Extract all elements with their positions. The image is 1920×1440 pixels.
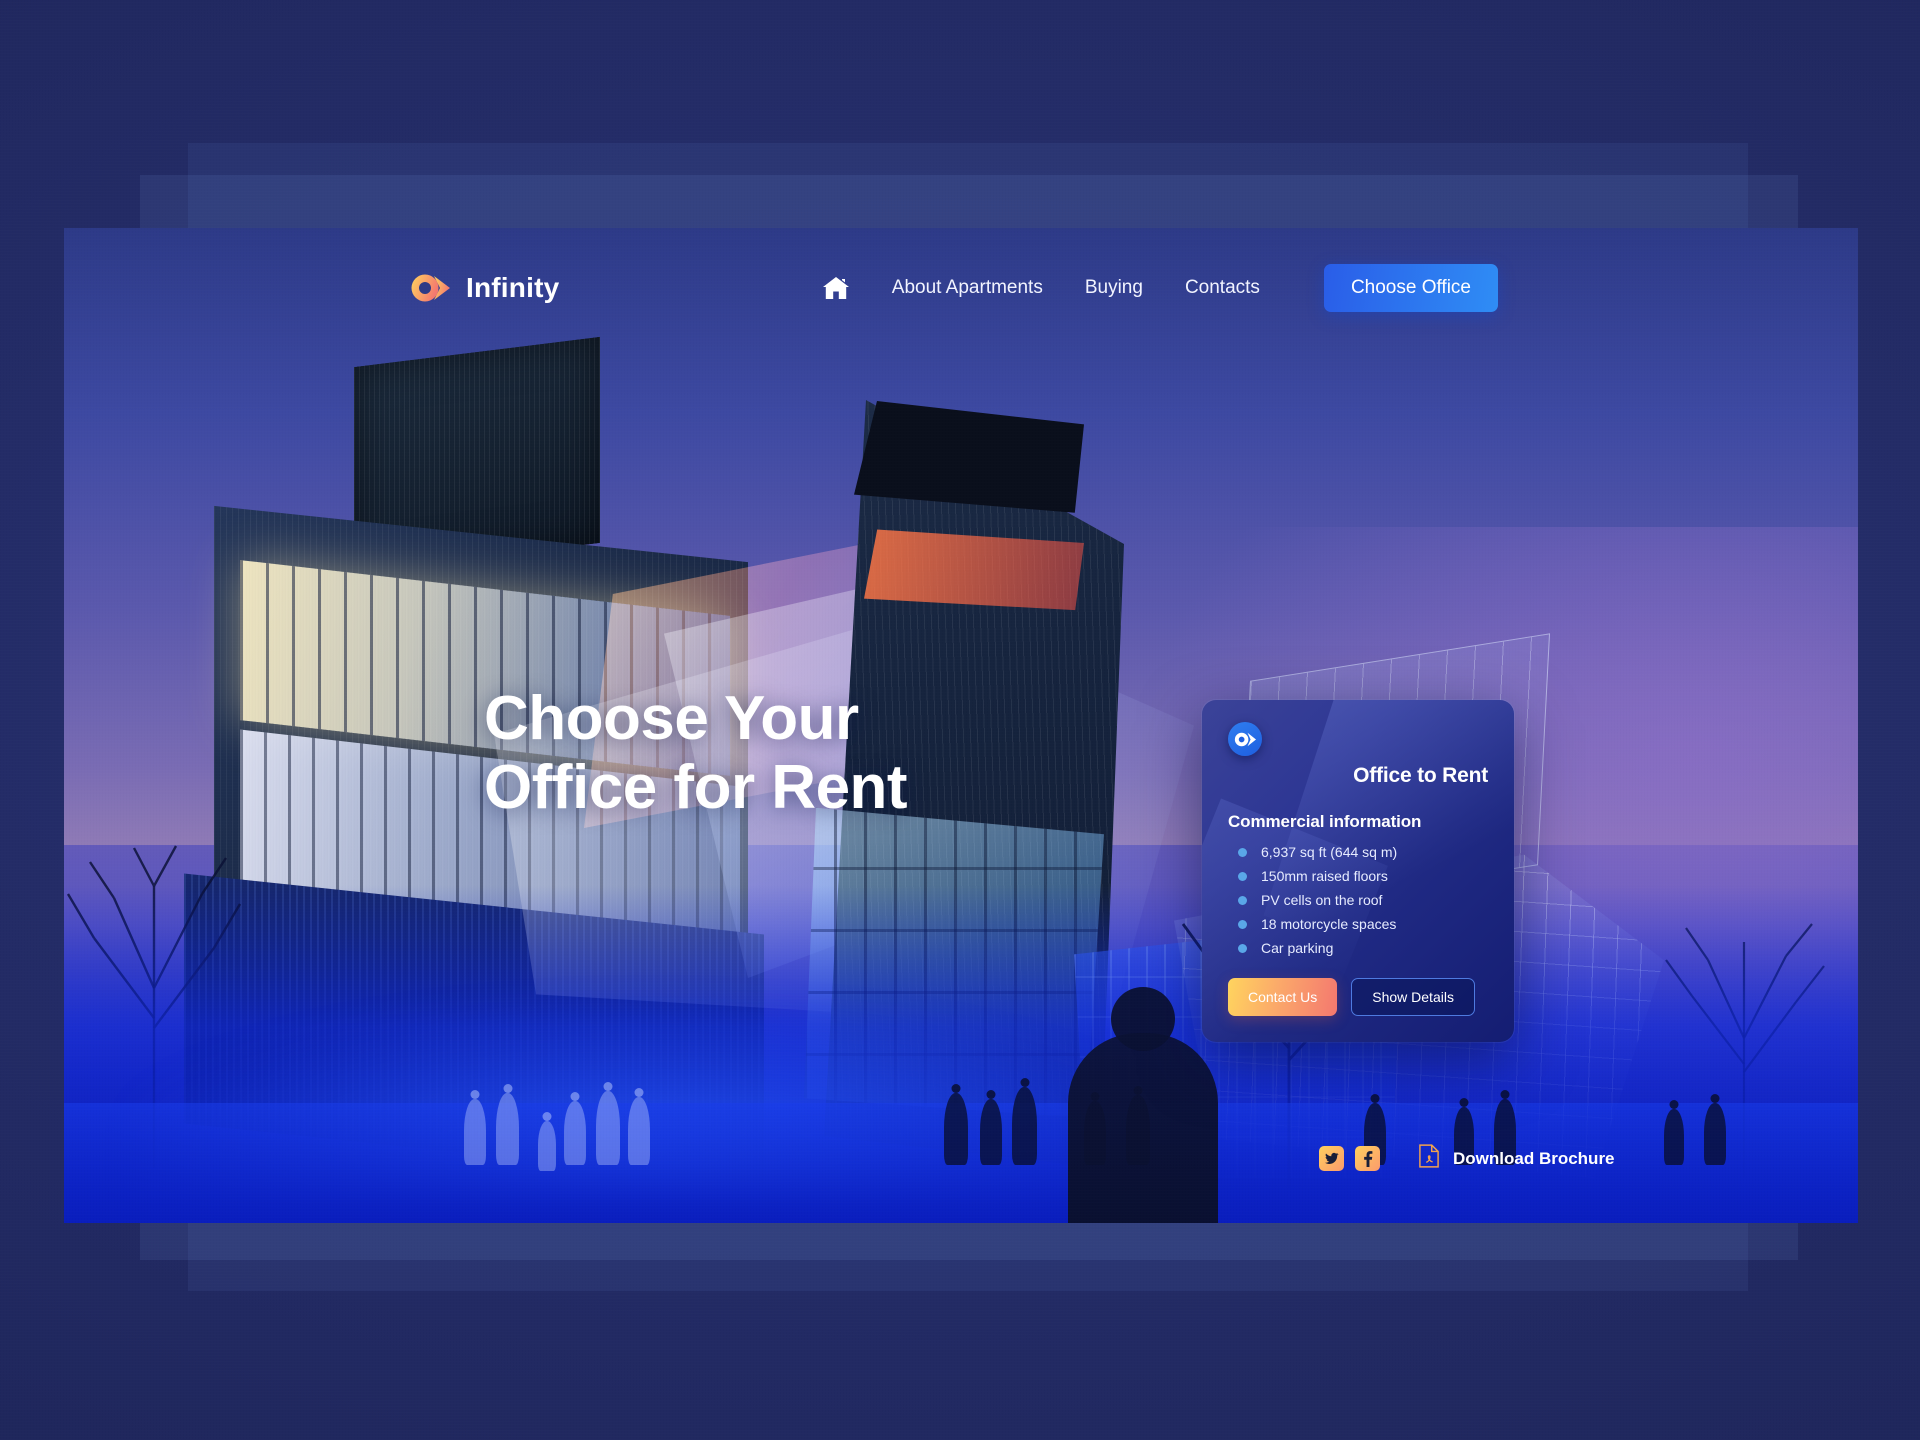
nav-link-contacts[interactable]: Contacts: [1185, 277, 1260, 299]
person-silhouette: [628, 1097, 650, 1165]
home-icon[interactable]: [822, 275, 850, 301]
nav-link-about-apartments[interactable]: About Apartments: [892, 277, 1043, 299]
list-item: 150mm raised floors: [1228, 868, 1488, 884]
person-silhouette: [564, 1101, 586, 1165]
hero-panel: Infinity About Apartments Buying Contact…: [64, 228, 1858, 1223]
feature-label: Car parking: [1261, 940, 1334, 956]
card-subtitle: Commercial information: [1228, 812, 1422, 831]
feature-label: 18 motorcycle spaces: [1261, 916, 1397, 932]
foreground-person-silhouette: [1068, 1033, 1218, 1223]
commercial-feature-list: 6,937 sq ft (644 sq m) 150mm raised floo…: [1228, 844, 1488, 956]
brand-name: Infinity: [466, 272, 560, 303]
list-item: PV cells on the roof: [1228, 892, 1488, 908]
person-silhouette: [596, 1091, 620, 1165]
bullet-icon: [1238, 919, 1247, 929]
office-info-card: Office to Rent Commercial information 6,…: [1202, 700, 1514, 1042]
twitter-icon[interactable]: [1319, 1146, 1344, 1171]
person-silhouette: [980, 1099, 1002, 1165]
nav-link-buying[interactable]: Buying: [1085, 277, 1143, 299]
contact-us-button[interactable]: Contact Us: [1228, 978, 1338, 1016]
hero-footer-bar: Download Brochure: [1319, 1144, 1615, 1173]
person-silhouette: [1012, 1087, 1037, 1165]
list-item: 6,937 sq ft (644 sq m): [1228, 844, 1488, 860]
card-action-buttons: Contact Us Show Details: [1228, 978, 1488, 1016]
hero-headline: Choose Your Office for Rent: [484, 684, 908, 823]
headline-line-1: Choose Your: [484, 684, 859, 753]
card-title: Office to Rent: [1353, 764, 1488, 787]
brand-logo[interactable]: Infinity: [410, 272, 559, 304]
facebook-icon[interactable]: [1355, 1146, 1380, 1171]
person-silhouette: [464, 1099, 486, 1165]
alpha-badge-icon: [1228, 722, 1262, 756]
person-silhouette: [944, 1093, 968, 1165]
list-item: 18 motorcycle spaces: [1228, 916, 1488, 932]
person-silhouette: [496, 1093, 519, 1165]
headline-line-2: Office for Rent: [484, 753, 908, 823]
person-silhouette: [1664, 1109, 1684, 1165]
feature-label: PV cells on the roof: [1261, 892, 1383, 908]
show-details-button[interactable]: Show Details: [1351, 978, 1475, 1016]
pdf-file-icon: [1419, 1144, 1439, 1173]
bullet-icon: [1238, 895, 1247, 905]
page-canvas: Infinity About Apartments Buying Contact…: [0, 0, 1920, 1440]
top-navigation-bar: Infinity About Apartments Buying Contact…: [64, 228, 1858, 348]
download-brochure-link[interactable]: Download Brochure: [1419, 1144, 1615, 1173]
nav-links-group: About Apartments Buying Contacts Choose …: [822, 264, 1498, 312]
bullet-icon: [1238, 847, 1247, 857]
bullet-icon: [1238, 943, 1247, 953]
list-item: Car parking: [1228, 940, 1488, 956]
person-silhouette: [1704, 1103, 1726, 1165]
person-silhouette: [538, 1121, 556, 1171]
bullet-icon: [1238, 871, 1247, 881]
choose-office-button[interactable]: Choose Office: [1323, 264, 1498, 312]
alpha-logo-icon: [410, 272, 450, 304]
feature-label: 6,937 sq ft (644 sq m): [1261, 844, 1398, 860]
brochure-label: Download Brochure: [1453, 1148, 1615, 1168]
feature-label: 150mm raised floors: [1261, 868, 1388, 884]
